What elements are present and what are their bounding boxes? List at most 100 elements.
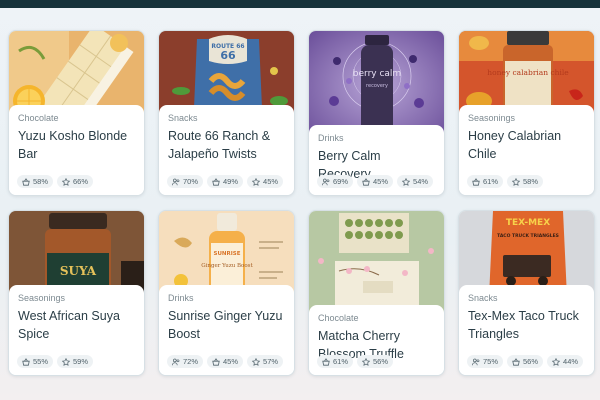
product-card[interactable]: Chocolate Yuzu Kosho Blonde Bar 58% 66%	[8, 30, 145, 196]
stat-pill: 58%	[17, 175, 54, 188]
product-stats: 72% 45% 57%	[167, 355, 284, 368]
users-icon	[172, 178, 180, 185]
star-icon	[252, 357, 261, 366]
product-category: Seasonings	[468, 113, 516, 123]
stat-pill: 57%	[247, 355, 284, 368]
stat-value: 61%	[483, 177, 499, 186]
product-category: Chocolate	[18, 113, 59, 123]
top-bar	[0, 0, 600, 8]
stat-pill: 61%	[317, 355, 354, 368]
stat-pill: 66%	[57, 175, 94, 188]
product-card[interactable]: SUYA Seasonings West African Suya Spice …	[8, 210, 145, 376]
product-info: Seasonings West African Suya Spice 55% 5…	[9, 285, 144, 375]
product-grid: Chocolate Yuzu Kosho Blonde Bar 58% 66%	[8, 30, 595, 376]
product-category: Seasonings	[18, 293, 66, 303]
bottle-sublabel: recovery	[366, 83, 388, 89]
stat-pill: 56%	[507, 355, 544, 368]
product-category: Snacks	[168, 113, 198, 123]
star-icon	[362, 357, 371, 366]
basket-icon	[22, 357, 30, 366]
stat-value: 75%	[483, 357, 499, 366]
product-stats: 55% 59%	[17, 355, 94, 368]
stat-pill: 72%	[167, 355, 204, 368]
product-title[interactable]: Tex-Mex Taco Truck Triangles	[468, 307, 585, 343]
product-card[interactable]: berry calm recovery Drinks Berry Calm Re…	[308, 30, 445, 196]
star-icon	[402, 177, 411, 186]
stat-pill: 59%	[57, 355, 94, 368]
product-category: Drinks	[318, 133, 344, 143]
basket-icon	[212, 177, 220, 186]
product-card[interactable]: ROUTE 66 66 RANCH & JALAPEÑO Snacks Rout…	[158, 30, 295, 196]
stat-pill: 58%	[507, 175, 544, 188]
stat-pill: 49%	[207, 175, 244, 188]
stat-pill: 70%	[167, 175, 204, 188]
stat-pill: 55%	[17, 355, 54, 368]
pack-sign: TEX-MEX	[506, 218, 550, 228]
product-title[interactable]: Honey Calabrian Chile	[468, 127, 585, 163]
product-info: Chocolate Yuzu Kosho Blonde Bar 58% 66%	[9, 105, 144, 195]
stat-value: 57%	[263, 357, 279, 366]
bottle-label: Ginger Yuzu Boost	[201, 263, 253, 269]
stat-pill: 69%	[317, 175, 354, 188]
basket-icon	[472, 177, 480, 186]
stat-value: 55%	[33, 357, 49, 366]
stat-pill: 75%	[467, 355, 504, 368]
users-icon	[322, 178, 330, 185]
stat-pill: 61%	[467, 175, 504, 188]
stat-value: 69%	[333, 177, 349, 186]
stat-value: 59%	[73, 357, 89, 366]
product-info: Drinks Berry Calm Recovery 69% 45% 54%	[309, 125, 444, 195]
stat-pill: 54%	[397, 175, 434, 188]
stat-value: 70%	[183, 177, 199, 186]
basket-icon	[362, 177, 370, 186]
stat-value: 72%	[183, 357, 199, 366]
stat-value: 61%	[333, 357, 349, 366]
basket-icon	[212, 357, 220, 366]
product-title[interactable]: Sunrise Ginger Yuzu Boost	[168, 307, 285, 343]
users-icon	[472, 358, 480, 365]
product-card[interactable]: honey calabrian chile Seasonings Honey C…	[458, 30, 595, 196]
stat-value: 58%	[523, 177, 539, 186]
product-stats: 61% 56%	[317, 355, 394, 368]
stat-value: 45%	[373, 177, 389, 186]
star-icon	[252, 177, 261, 186]
product-title[interactable]: West African Suya Spice	[18, 307, 135, 343]
product-card[interactable]: Chocolate Matcha Cherry Blossom Truffle …	[308, 210, 445, 376]
stat-value: 58%	[33, 177, 49, 186]
product-card[interactable]: TEX-MEX TACO TRUCK TRIANGLES Snacks Tex-…	[458, 210, 595, 376]
product-info: Snacks Route 66 Ranch & Jalapeño Twists …	[159, 105, 294, 195]
jar-label: SUYA	[60, 264, 97, 278]
stat-pill: 56%	[357, 355, 394, 368]
stat-pill: 45%	[247, 175, 284, 188]
product-category: Drinks	[168, 293, 194, 303]
product-category: Snacks	[468, 293, 498, 303]
product-card[interactable]: SUNRISE Ginger Yuzu Boost Drinks Sunrise…	[158, 210, 295, 376]
bottle-label: berry calm	[353, 69, 401, 79]
jar-label: honey calabrian chile	[487, 68, 569, 77]
basket-icon	[322, 357, 330, 366]
star-icon	[62, 357, 71, 366]
star-icon	[552, 357, 561, 366]
stat-pill: 44%	[547, 355, 584, 368]
product-info: Drinks Sunrise Ginger Yuzu Boost 72% 45%…	[159, 285, 294, 375]
product-stats: 69% 45% 54%	[317, 175, 434, 188]
stat-value: 45%	[263, 177, 279, 186]
product-stats: 75% 56% 44%	[467, 355, 584, 368]
star-icon	[62, 177, 71, 186]
product-stats: 70% 49% 45%	[167, 175, 284, 188]
star-icon	[512, 177, 521, 186]
stat-value: 45%	[223, 357, 239, 366]
product-info: Seasonings Honey Calabrian Chile 61% 58%	[459, 105, 594, 195]
basket-icon	[512, 357, 520, 366]
product-category: Chocolate	[318, 313, 359, 323]
stat-pill: 45%	[207, 355, 244, 368]
stat-value: 56%	[523, 357, 539, 366]
stat-value: 56%	[373, 357, 389, 366]
product-stats: 58% 66%	[17, 175, 94, 188]
stat-value: 66%	[73, 177, 89, 186]
product-title[interactable]: Route 66 Ranch & Jalapeño Twists	[168, 127, 285, 163]
product-info: Chocolate Matcha Cherry Blossom Truffle …	[309, 305, 444, 375]
stat-value: 54%	[413, 177, 429, 186]
product-title[interactable]: Yuzu Kosho Blonde Bar	[18, 127, 135, 163]
product-info: Snacks Tex-Mex Taco Truck Triangles 75% …	[459, 285, 594, 375]
